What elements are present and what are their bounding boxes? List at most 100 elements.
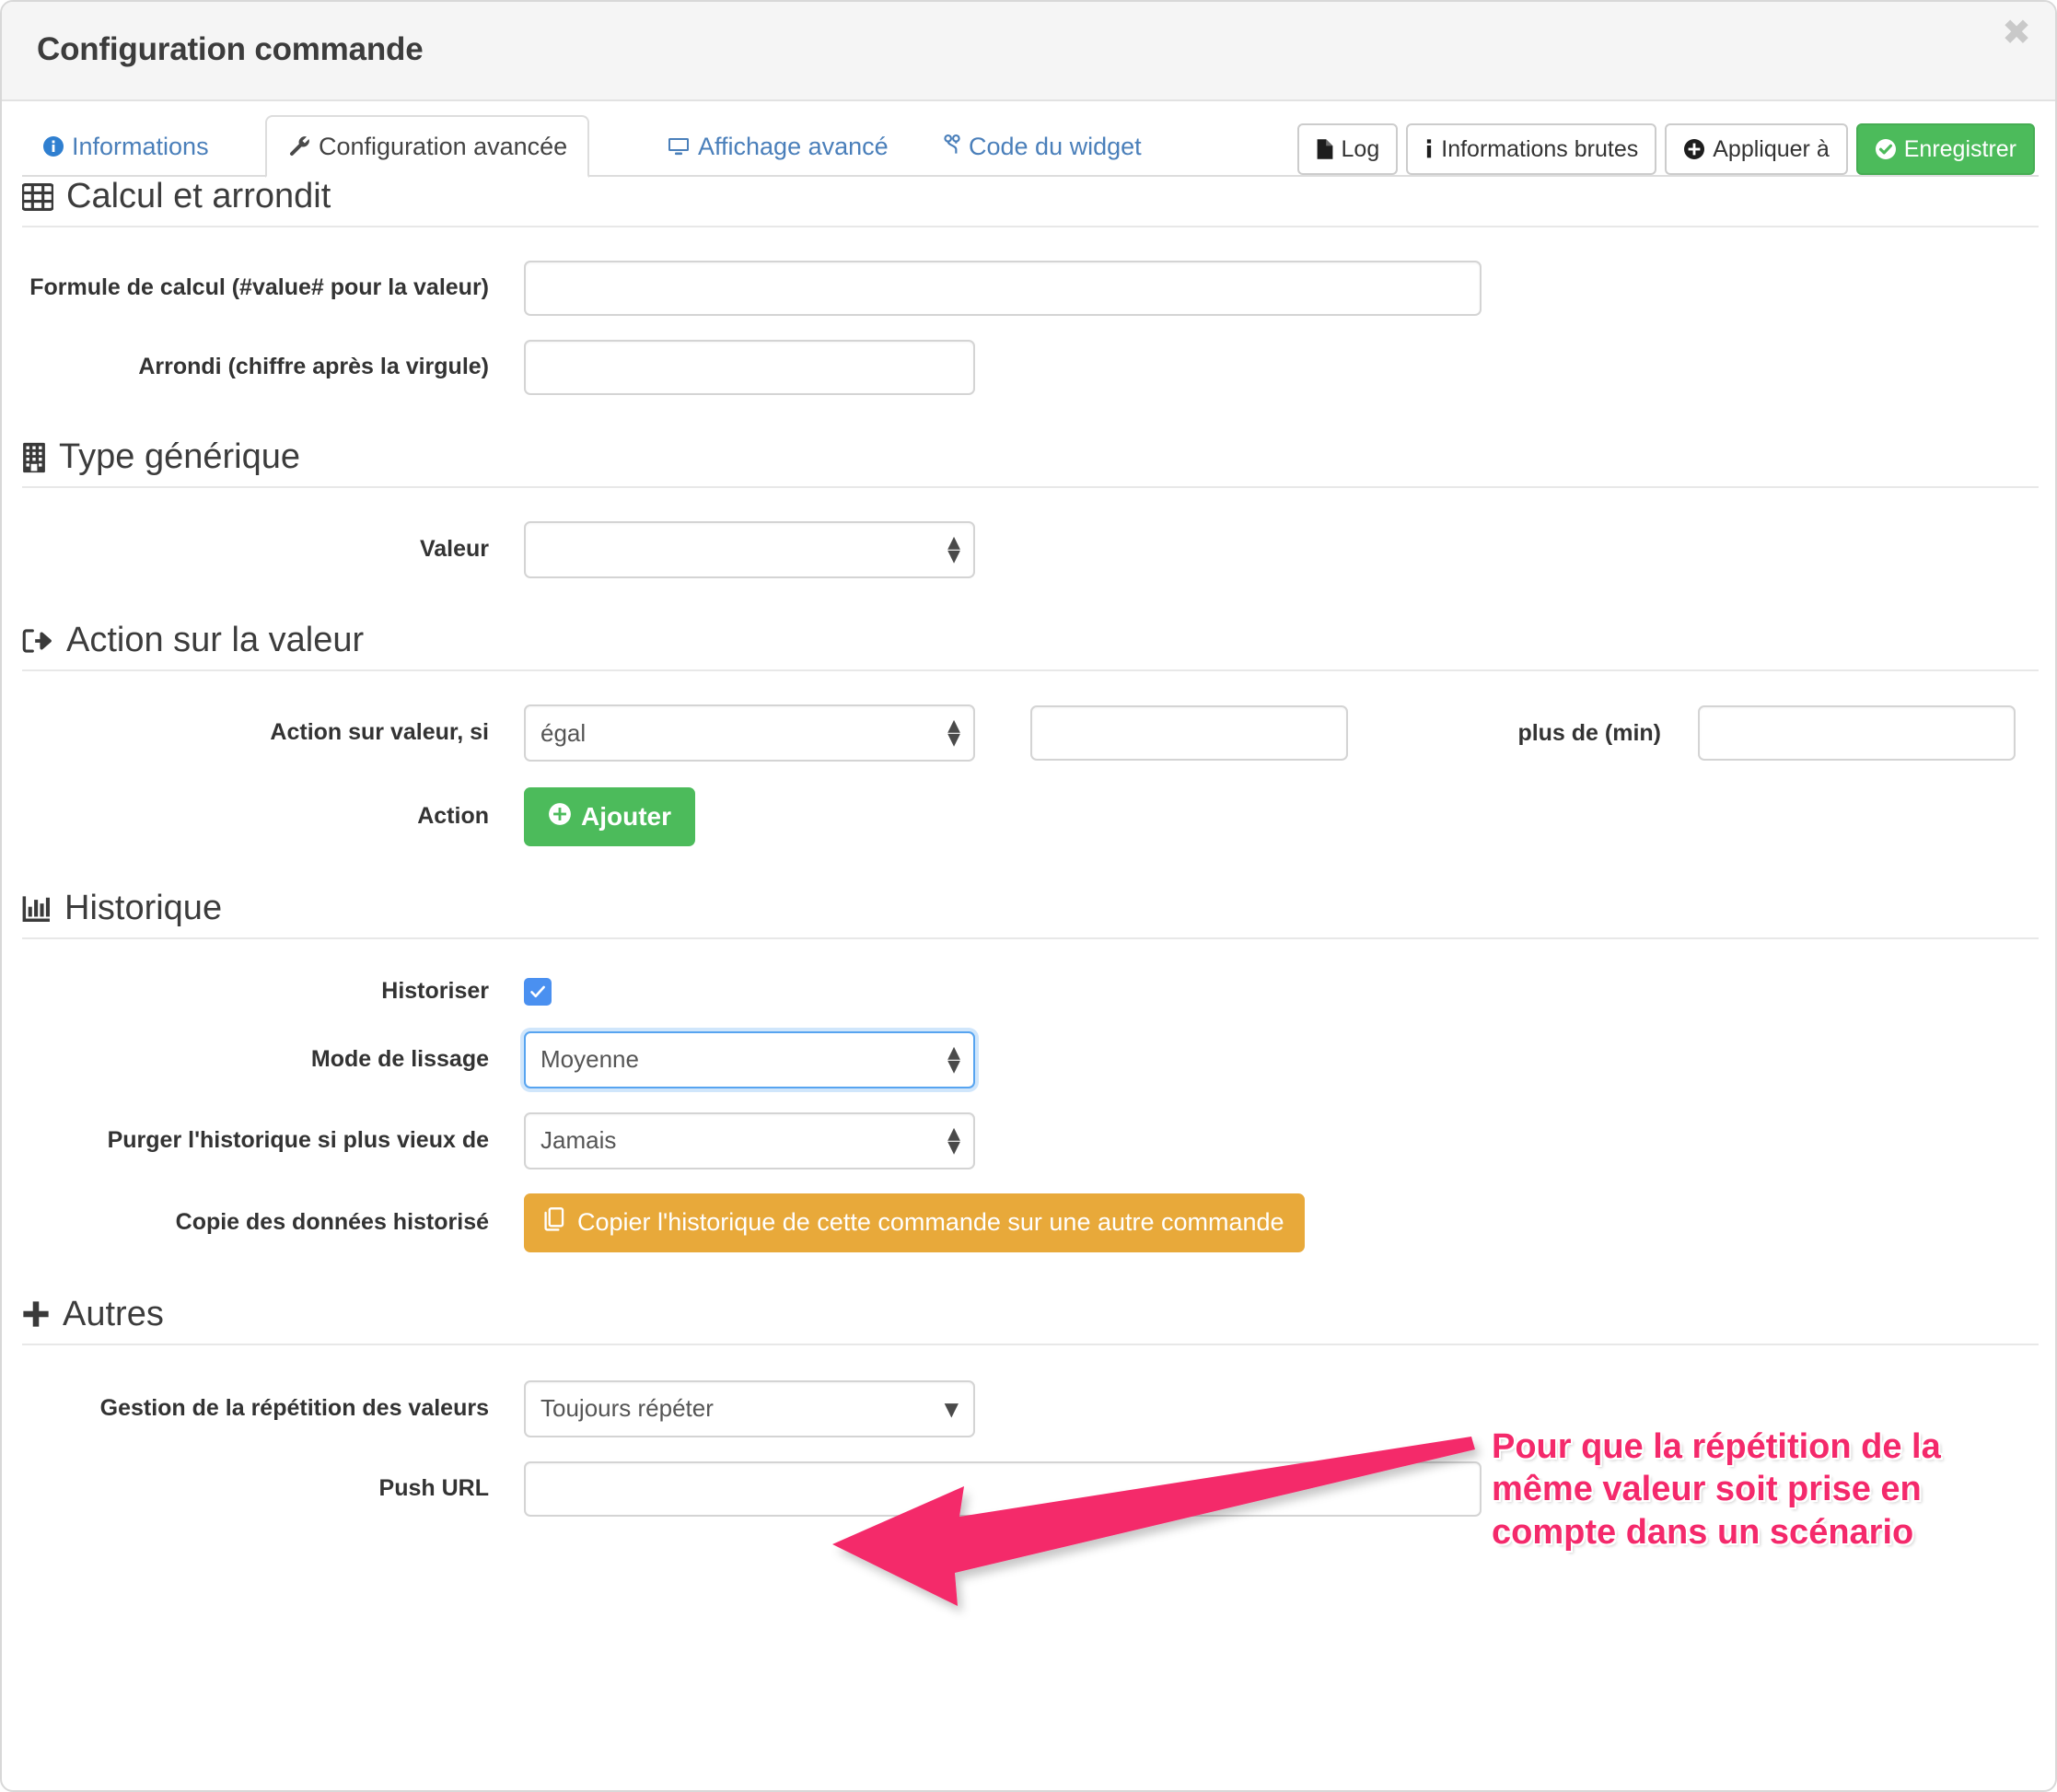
enregistrer-button[interactable]: Enregistrer: [1855, 123, 2035, 175]
spinner-arrows-icon: ▲ ▼: [947, 532, 960, 566]
row-valeur-type-generique: Valeur ▲ ▼: [22, 521, 2039, 578]
spinner-arrows-icon: ▲ ▼: [947, 1042, 960, 1076]
row-action: Action Ajouter: [22, 787, 2039, 846]
row-action-sur-valeur-si: Action sur valeur, si égal ▲ ▼ plus de (m…: [22, 704, 2039, 762]
row-formule-de-calcul: Formule de calcul (#value# pour la valeu…: [22, 261, 2039, 316]
condition-value-input[interactable]: [1030, 705, 1348, 761]
historiser-checkbox[interactable]: [524, 977, 552, 1006]
tab-configuration-avancee[interactable]: Configuration avancée: [265, 115, 590, 178]
plus-de-min-input[interactable]: [1698, 705, 2016, 761]
code-branch-icon: [943, 134, 961, 158]
plus-icon: [22, 1300, 50, 1328]
repetition-selected-text: Toujours répéter: [540, 1394, 714, 1423]
wrench-icon: [287, 134, 311, 158]
row-copie-donnees-historise: Copie des données historisé Copier l'his…: [22, 1193, 2039, 1252]
purge-selected-text: Jamais: [540, 1126, 617, 1155]
valeur-label: Valeur: [419, 536, 489, 563]
action-label: Action: [417, 803, 489, 830]
mode-lissage-control: Moyenne ▲ ▼: [524, 1030, 975, 1088]
copie-label: Copie des données historisé: [175, 1208, 489, 1235]
modal-body: Calcul et arrondit Formule de calcul (#v…: [2, 177, 2055, 1517]
header-actions: Log Informations brutes Appliquer à Enre…: [1296, 123, 2035, 175]
info-icon: [1424, 138, 1434, 160]
button-label: Enregistrer: [1903, 135, 2016, 162]
row-mode-de-lissage: Mode de lissage Moyenne ▲ ▼: [22, 1030, 2039, 1088]
arrondi-label: Arrondi (chiffre après la virgule): [138, 354, 489, 380]
repetition-control: Toujours répéter ▼: [524, 1379, 975, 1437]
arrondi-control: [524, 340, 975, 395]
bar-chart-icon: [22, 895, 52, 923]
button-label: Informations brutes: [1441, 135, 1639, 162]
row-arrondi: Arrondi (chiffre après la virgule): [22, 340, 2039, 395]
informations-brutes-button[interactable]: Informations brutes: [1406, 123, 1657, 175]
spinner-arrows-icon: ▲ ▼: [947, 1123, 960, 1158]
button-label: Ajouter: [581, 802, 671, 831]
purge-select[interactable]: Jamais ▲ ▼: [524, 1111, 975, 1169]
condition-selected-text: égal: [540, 718, 587, 747]
tab-label: Code du widget: [969, 132, 1142, 160]
sign-out-icon: [22, 628, 53, 654]
push-url-input[interactable]: [524, 1460, 1482, 1517]
tab-code-du-widget[interactable]: Code du widget: [923, 116, 1162, 177]
mode-lissage-select[interactable]: Moyenne ▲ ▼: [524, 1030, 975, 1088]
copier-historique-button[interactable]: Copier l'historique de cette commande su…: [524, 1193, 1305, 1252]
building-icon: [22, 442, 46, 473]
spinner-arrows-icon: ▲ ▼: [947, 716, 960, 750]
action-control: Ajouter: [524, 787, 695, 846]
annotation-text: Pour que la répétition de la même valeur…: [1492, 1427, 1941, 1552]
section-historique-legend: Historique: [22, 889, 2039, 939]
section-action-valeur-legend: Action sur la valeur: [22, 621, 2039, 671]
tab-informations[interactable]: Informations: [22, 116, 229, 177]
button-label: Log: [1341, 135, 1380, 162]
info-circle-icon: [42, 135, 64, 157]
plus-circle-icon: [548, 802, 572, 832]
page-title: Configuration commande: [37, 31, 424, 67]
log-button[interactable]: Log: [1296, 123, 1399, 175]
tab-label: Affichage avancé: [698, 132, 889, 160]
condition-select[interactable]: égal ▲ ▼: [524, 704, 975, 762]
formule-control: [524, 261, 1482, 316]
configuration-commande-modal: Configuration commande ✖ Informations Co…: [0, 0, 2057, 1792]
table-icon: [22, 182, 53, 211]
arrondi-input[interactable]: [524, 340, 975, 395]
check-circle-icon: [1875, 138, 1897, 160]
purge-label: Purger l'historique si plus vieux de: [107, 1126, 489, 1153]
repetition-select[interactable]: Toujours répéter ▼: [524, 1379, 975, 1437]
button-label: Appliquer à: [1713, 135, 1830, 162]
push-url-label: Push URL: [378, 1474, 489, 1501]
condition-label: Action sur valeur, si: [270, 719, 489, 746]
push-url-control: [524, 1460, 1482, 1517]
purge-control: Jamais ▲ ▼: [524, 1111, 975, 1169]
button-label: Copier l'historique de cette commande su…: [577, 1208, 1284, 1237]
section-title: Autres: [63, 1294, 164, 1333]
valeur-select[interactable]: ▲ ▼: [524, 521, 975, 578]
copie-control: Copier l'historique de cette commande su…: [524, 1193, 1305, 1252]
row-purger-historique: Purger l'historique si plus vieux de Jam…: [22, 1111, 2039, 1169]
tab-affichage-avance[interactable]: Affichage avancé: [646, 116, 909, 177]
section-calcul-legend: Calcul et arrondit: [22, 177, 2039, 227]
historiser-control: [524, 977, 552, 1006]
historiser-label: Historiser: [381, 978, 489, 1004]
ajouter-button[interactable]: Ajouter: [524, 787, 695, 846]
section-title: Calcul et arrondit: [66, 177, 331, 215]
mode-lissage-label: Mode de lissage: [310, 1045, 489, 1072]
formule-label: Formule de calcul (#value# pour la valeu…: [29, 274, 489, 301]
formule-input[interactable]: [524, 261, 1482, 316]
valeur-control: ▲ ▼: [524, 521, 975, 578]
plus-de-min-label: plus de (min): [1517, 719, 1661, 746]
tab-label: Configuration avancée: [319, 132, 568, 160]
chevron-down-icon: ▼: [944, 1397, 959, 1420]
tab-label: Informations: [72, 132, 209, 160]
appliquer-a-button[interactable]: Appliquer à: [1665, 123, 1848, 175]
section-title: Action sur la valeur: [66, 621, 365, 659]
close-icon[interactable]: ✖: [2002, 15, 2031, 50]
row-historiser: Historiser: [22, 976, 2039, 1007]
section-autres-legend: Autres: [22, 1295, 2039, 1345]
modal-header: Configuration commande ✖: [2, 2, 2055, 101]
section-title: Historique: [64, 889, 223, 927]
file-icon: [1316, 138, 1334, 160]
plus-circle-icon: [1683, 138, 1705, 160]
mode-lissage-selected-text: Moyenne: [540, 1045, 639, 1074]
repetition-label: Gestion de la répétition des valeurs: [99, 1394, 489, 1421]
section-title: Type générique: [59, 437, 300, 476]
